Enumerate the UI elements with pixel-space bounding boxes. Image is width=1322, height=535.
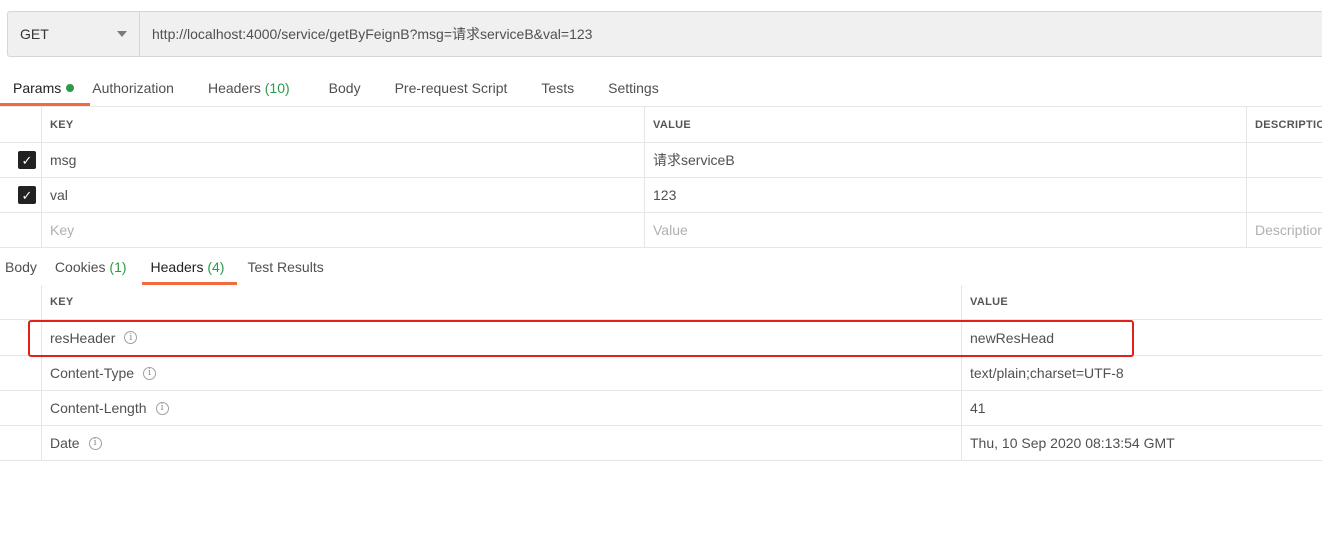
spacer-cell — [0, 391, 42, 425]
tab-count: (1) — [109, 259, 127, 275]
column-header-description: DESCRIPTION — [1255, 118, 1322, 131]
method-label: GET — [20, 26, 49, 42]
header-key-cell: Content-Length i — [42, 391, 962, 425]
tab-label: Body — [328, 80, 361, 96]
checkbox[interactable]: ✓ — [18, 186, 36, 204]
new-value-input[interactable]: Value — [645, 213, 1247, 247]
status-dot-icon — [66, 84, 75, 92]
tab-tests[interactable]: Tests — [541, 70, 574, 106]
tab-count: (10) — [264, 80, 290, 96]
url-input[interactable]: http://localhost:4000/service/getByFeign… — [140, 12, 1322, 56]
param-value[interactable]: 123 — [645, 178, 1247, 212]
tab-headers[interactable]: Headers (10) — [208, 70, 290, 106]
tab-authorization[interactable]: Authorization — [92, 70, 174, 106]
info-icon[interactable]: i — [124, 331, 138, 344]
row-checkbox-cell — [0, 213, 42, 247]
table-header: KEY VALUE — [0, 285, 1322, 320]
header-key-cell: resHeader i — [42, 320, 962, 355]
tab-label: Pre-request Script — [394, 80, 508, 96]
response-headers-table: KEY VALUE resHeader i newResHead Content… — [0, 285, 1322, 461]
tab-response-headers[interactable]: Headers (4) — [141, 249, 238, 285]
chevron-down-icon — [117, 31, 127, 37]
checkbox[interactable]: ✓ — [18, 151, 36, 169]
param-key[interactable]: msg — [42, 143, 645, 177]
params-table: KEY VALUE DESCRIPTION ✓ msg 请求serviceB ✓… — [0, 106, 1322, 248]
column-header-value: VALUE — [970, 296, 1008, 308]
tab-label: Params — [13, 80, 62, 96]
header-value: text/plain;charset=UTF-8 — [970, 365, 1124, 381]
spacer-cell — [0, 426, 42, 460]
spacer-cell — [0, 356, 42, 390]
param-description[interactable] — [1247, 143, 1322, 177]
header-key: Content-Length — [50, 400, 147, 416]
header-value: Thu, 10 Sep 2020 08:13:54 GMT — [970, 435, 1175, 451]
table-row: resHeader i newResHead — [0, 320, 1322, 356]
row-checkbox-cell: ✓ — [0, 178, 42, 212]
tab-body[interactable]: Body — [329, 70, 361, 106]
request-tabs: Params Authorization Headers (10) Body P… — [0, 70, 1322, 106]
param-key[interactable]: val — [42, 178, 645, 212]
row-checkbox-cell: ✓ — [0, 143, 42, 177]
column-header-key: KEY — [42, 107, 645, 142]
request-bar: GET http://localhost:4000/service/getByF… — [7, 11, 1322, 57]
header-value: newResHead — [970, 329, 1055, 346]
response-tabs: Body Cookies (1) Headers (4) Test Result… — [0, 249, 1322, 285]
new-key-input[interactable]: Key — [42, 213, 645, 247]
tab-label: Authorization — [92, 80, 174, 96]
table-row: ✓ val 123 — [0, 178, 1322, 213]
tab-test-results[interactable]: Test Results — [247, 249, 323, 285]
header-key: Date — [50, 435, 80, 451]
tab-label: Body — [5, 259, 37, 275]
info-icon[interactable]: i — [88, 436, 102, 450]
info-icon[interactable]: i — [143, 366, 157, 380]
param-value[interactable]: 请求serviceB — [645, 143, 1247, 177]
table-row: Content-Length i 41 — [0, 391, 1322, 426]
tab-label: Headers — [207, 80, 261, 96]
table-row-new: Key Value Description — [0, 213, 1322, 248]
tab-settings[interactable]: Settings — [608, 70, 659, 106]
header-key-cell: Content-Type i — [42, 356, 962, 390]
table-header: KEY VALUE DESCRIPTION — [0, 107, 1322, 143]
new-description-input[interactable]: Description — [1247, 213, 1322, 247]
table-row: Date i Thu, 10 Sep 2020 08:13:54 GMT — [0, 426, 1322, 461]
tab-params[interactable]: Params — [0, 70, 91, 106]
tab-label: Tests — [541, 80, 575, 96]
tab-label: Headers — [150, 259, 204, 275]
table-row: ✓ msg 请求serviceB — [0, 143, 1322, 178]
checkbox-column-header — [0, 107, 42, 142]
table-row: Content-Type i text/plain;charset=UTF-8 — [0, 356, 1322, 391]
tab-count: (4) — [207, 259, 225, 275]
header-key: Content-Type — [50, 365, 135, 381]
spacer-cell — [0, 320, 42, 355]
tab-label: Cookies — [54, 259, 106, 275]
method-select[interactable]: GET — [8, 12, 140, 56]
header-key-cell: Date i — [42, 426, 962, 460]
tab-label: Test Results — [247, 259, 324, 275]
spacer-column-header — [0, 285, 42, 319]
tab-response-body[interactable]: Body — [0, 249, 37, 285]
info-icon[interactable]: i — [155, 401, 169, 415]
tab-label: Settings — [608, 80, 659, 96]
tab-cookies[interactable]: Cookies (1) — [55, 249, 127, 285]
tab-pre-request-script[interactable]: Pre-request Script — [395, 70, 508, 106]
column-header-value: VALUE — [645, 107, 1247, 142]
header-key: resHeader — [50, 329, 116, 346]
header-value: 41 — [970, 400, 986, 416]
column-header-key: KEY — [42, 285, 962, 319]
param-description[interactable] — [1247, 178, 1322, 212]
